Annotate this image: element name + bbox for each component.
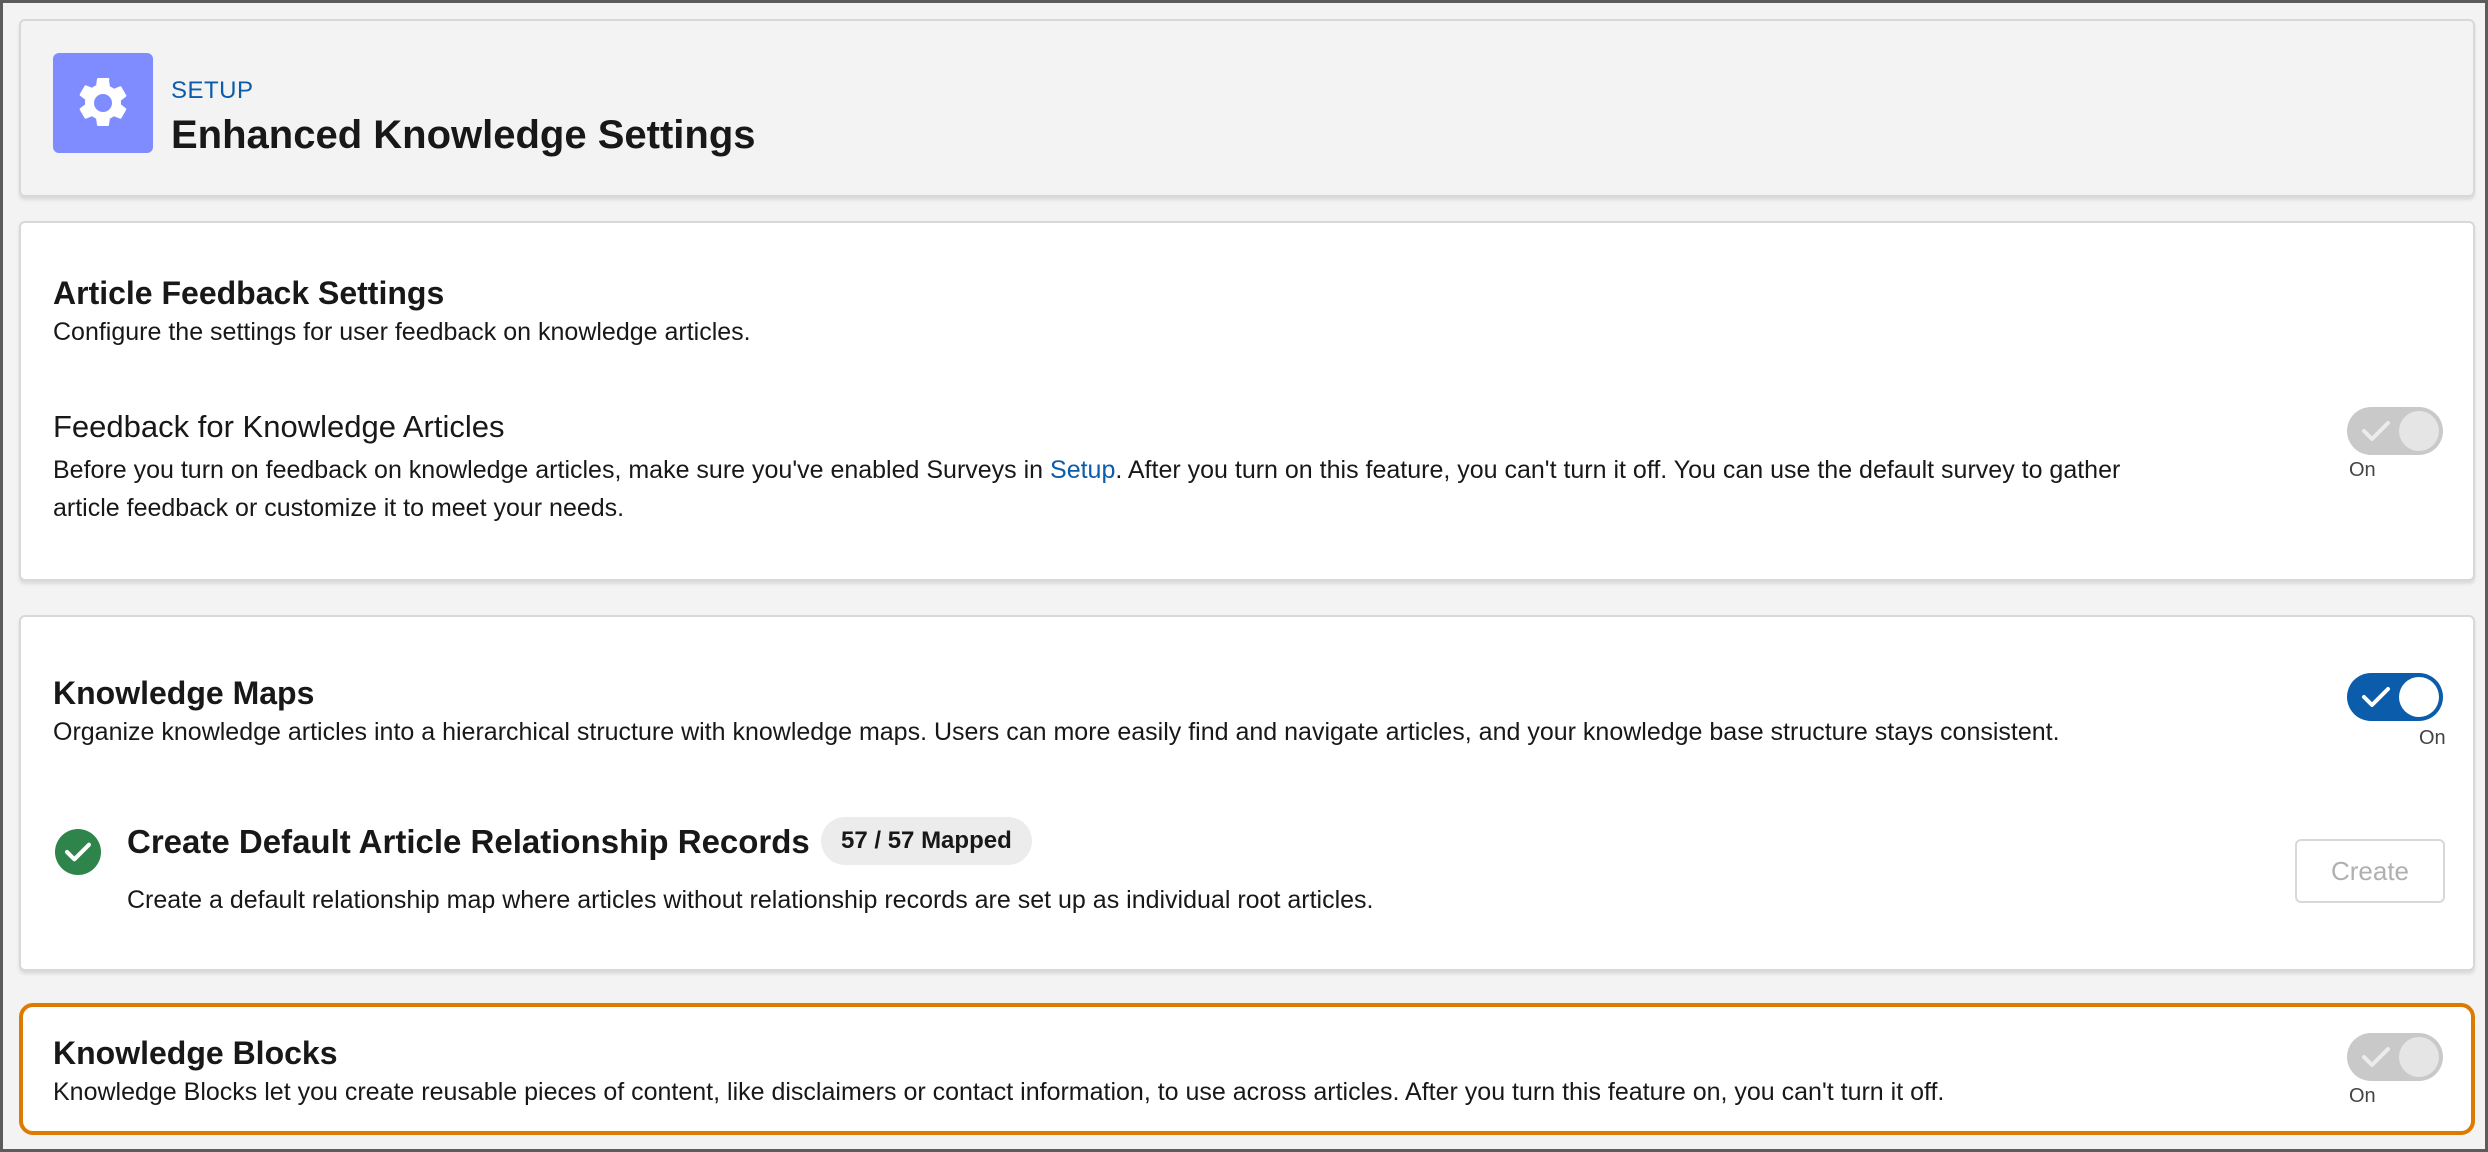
toggle-state-label: On [2349, 459, 2376, 481]
toggle-knob [2399, 411, 2439, 451]
gear-icon [53, 53, 153, 153]
toggle-knob [2399, 1037, 2439, 1077]
section-description: Knowledge Blocks let you create reusable… [53, 1078, 1945, 1106]
setting-description: Before you turn on feedback on knowledge… [53, 451, 2373, 489]
create-button[interactable]: Create [2295, 839, 2445, 903]
knowledge-maps-section: Knowledge Maps Organize knowledge articl… [19, 615, 2475, 971]
feedback-toggle[interactable] [2347, 407, 2443, 455]
checkmark-icon [2362, 687, 2390, 707]
checkmark-icon [2362, 421, 2390, 441]
setting-text-after: . After you turn on this feature, you ca… [1115, 456, 2121, 484]
article-feedback-section: Article Feedback Settings Configure the … [19, 221, 2475, 581]
setup-link[interactable]: Setup [1050, 456, 1115, 484]
section-description: Organize knowledge articles into a hiera… [53, 718, 2060, 746]
toggle-knob [2399, 677, 2439, 717]
toggle-state-label: On [2419, 727, 2446, 749]
page-header: SETUP Enhanced Knowledge Settings [19, 19, 2475, 197]
breadcrumb[interactable]: SETUP [171, 77, 254, 105]
section-title: Knowledge Maps [53, 675, 315, 711]
setting-text-before: Before you turn on feedback on knowledge… [53, 456, 1051, 484]
knowledge-maps-toggle[interactable] [2347, 673, 2443, 721]
mapped-count-badge: 57 / 57 Mapped [821, 817, 1032, 865]
default-records-title: Create Default Article Relationship Reco… [127, 823, 810, 860]
success-check-icon [55, 829, 101, 875]
knowledge-blocks-toggle[interactable] [2347, 1033, 2443, 1081]
default-records-description: Create a default relationship map where … [127, 886, 1374, 914]
knowledge-blocks-section: Knowledge Blocks Knowledge Blocks let yo… [19, 1003, 2475, 1135]
section-description: Configure the settings for user feedback… [53, 318, 751, 346]
app-frame: SETUP Enhanced Knowledge Settings Articl… [0, 0, 2488, 1152]
setting-description-line2: article feedback or customize it to meet… [53, 494, 625, 522]
toggle-state-label: On [2349, 1085, 2376, 1107]
setting-title: Feedback for Knowledge Articles [53, 409, 505, 444]
section-title: Knowledge Blocks [53, 1035, 338, 1071]
checkmark-icon [2362, 1047, 2390, 1067]
page-title: Enhanced Knowledge Settings [171, 113, 756, 157]
section-title: Article Feedback Settings [53, 275, 445, 311]
